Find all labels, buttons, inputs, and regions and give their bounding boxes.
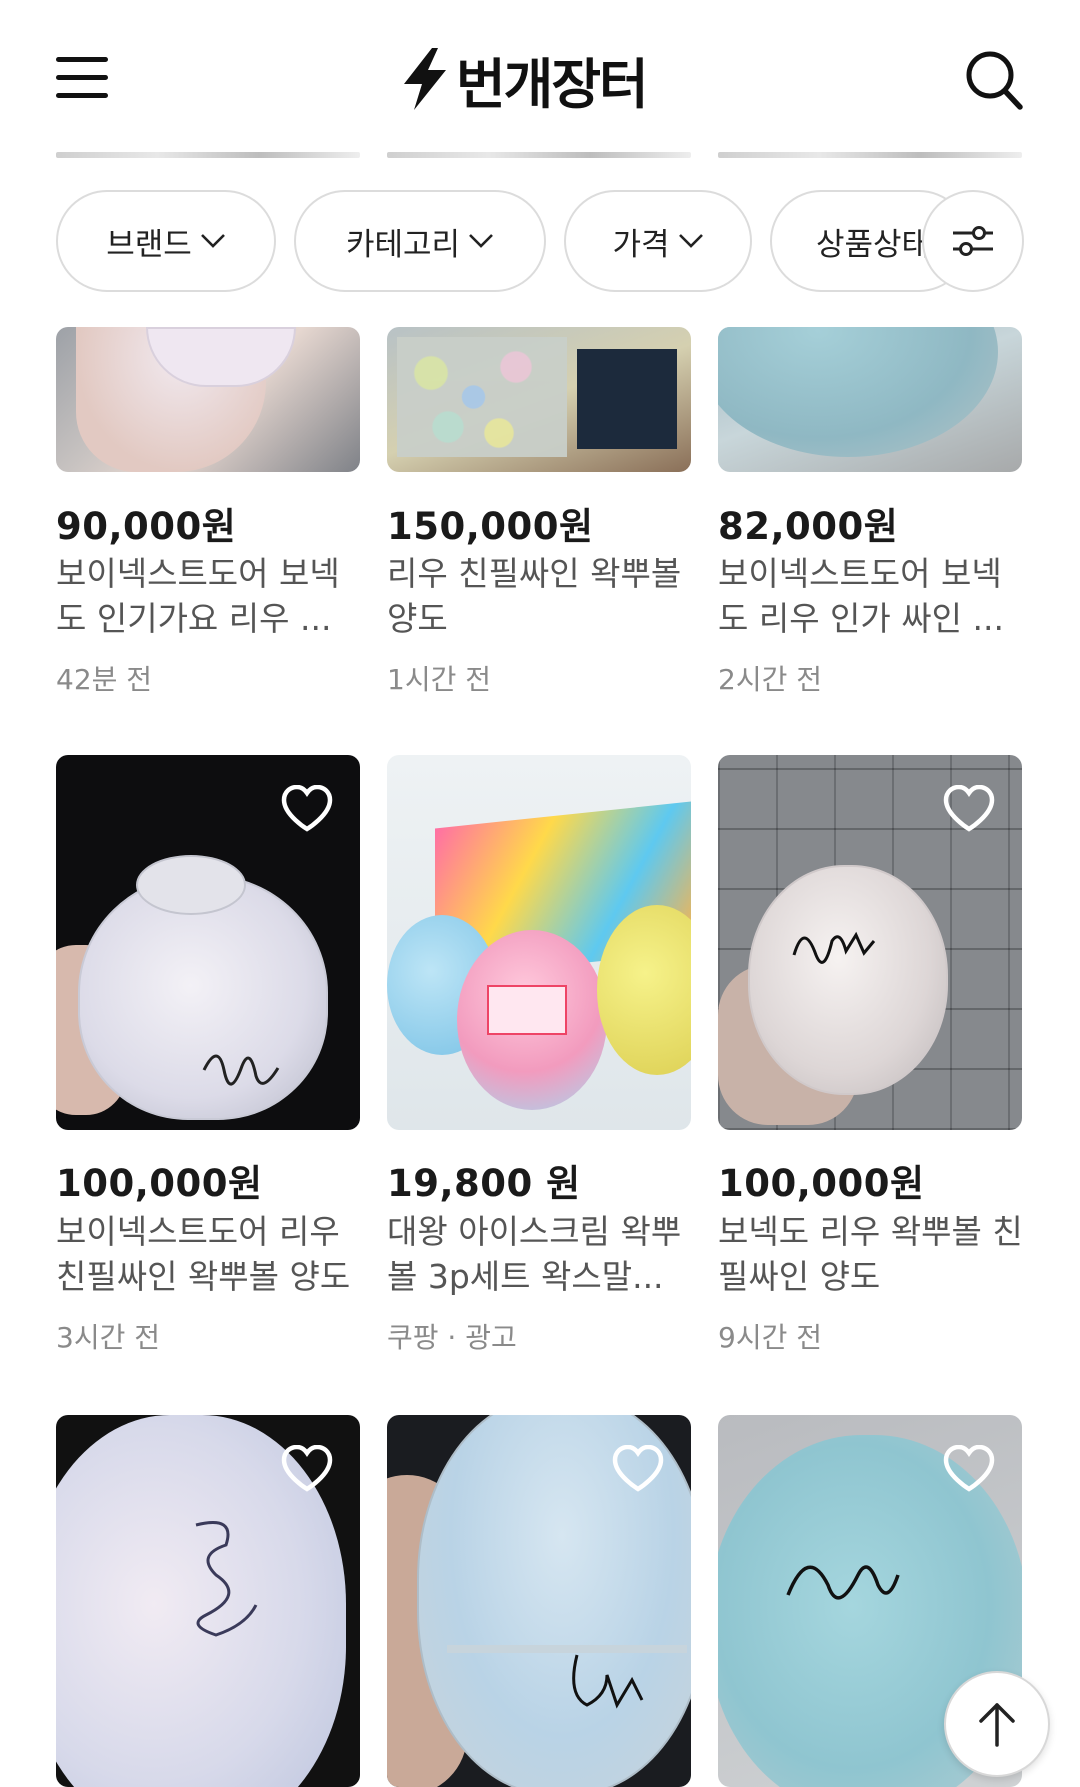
signature-icon [195, 1521, 258, 1637]
product-image[interactable] [56, 755, 360, 1130]
product-price: 90,000원 [56, 505, 237, 548]
product-title[interactable]: 리우 친필싸인 왁뿌볼 양도 [387, 551, 699, 641]
product-time: 2시간 전 [718, 663, 822, 696]
hamburger-icon[interactable] [56, 57, 110, 99]
product-price: 100,000원 [56, 1162, 263, 1205]
chevron-down-icon [469, 234, 493, 248]
scrolled-thumb-edge [718, 152, 1022, 158]
heart-icon[interactable] [611, 1445, 665, 1493]
search-icon[interactable] [964, 49, 1024, 111]
heart-icon[interactable] [280, 785, 334, 833]
arrow-up-icon [979, 1703, 1015, 1747]
signature-icon [786, 1565, 900, 1600]
filter-chip-category[interactable]: 카테고리 [294, 190, 546, 292]
sliders-icon [953, 226, 993, 256]
product-image[interactable] [56, 327, 360, 472]
product-time: 1시간 전 [387, 663, 491, 696]
product-image[interactable] [387, 327, 691, 472]
filter-chip-brand[interactable]: 브랜드 [56, 190, 276, 292]
chip-label: 가격 [612, 226, 670, 263]
lightning-icon [404, 48, 446, 110]
product-time: 9시간 전 [718, 1321, 822, 1354]
heart-icon[interactable] [942, 785, 996, 833]
chip-label: 브랜드 [106, 226, 192, 263]
signature-icon [792, 931, 876, 964]
chip-label: 카테고리 [345, 226, 461, 263]
signature-icon [572, 1654, 644, 1709]
product-price: 19,800 원 [387, 1162, 581, 1205]
product-title[interactable]: 보넥도 리우 왁뿌볼 친필싸인 양도 [718, 1209, 1030, 1299]
product-image[interactable] [387, 755, 691, 1130]
scroll-top-button[interactable] [944, 1671, 1050, 1777]
product-title[interactable]: 보이넥스트도어 보넥도 인기가요 리우 ... [56, 551, 368, 641]
product-time: 42분 전 [56, 663, 153, 696]
ad-label: 쿠팡 · 광고 [387, 1321, 517, 1354]
product-image[interactable] [56, 1415, 360, 1787]
scrolled-thumb-edge [56, 152, 360, 158]
product-time: 3시간 전 [56, 1321, 160, 1354]
chevron-down-icon [678, 234, 703, 248]
logo-text: 번개장터 [456, 52, 649, 116]
product-price: 100,000원 [718, 1162, 925, 1205]
app-header: 번개장터 [0, 0, 1080, 150]
product-image[interactable] [718, 327, 1022, 472]
scrolled-thumb-edge [387, 152, 691, 158]
product-title[interactable]: 보이넥스트도어 리우 친필싸인 왁뿌볼 양도 [56, 1209, 368, 1299]
heart-icon[interactable] [280, 1445, 334, 1493]
product-title[interactable]: 보이넥스트도어 보넥도 리우 인가 싸인 ... [718, 551, 1030, 641]
app-logo[interactable]: 번개장터 [398, 44, 649, 116]
filter-settings-button[interactable] [922, 190, 1024, 292]
chevron-down-icon [200, 234, 225, 248]
product-image[interactable] [718, 755, 1022, 1130]
heart-icon[interactable] [942, 1445, 996, 1493]
product-image[interactable] [387, 1415, 691, 1787]
signature-icon [202, 1054, 280, 1086]
filter-bar: 브랜드 카테고리 가격 상품상태 [0, 190, 1080, 294]
product-price: 150,000원 [387, 505, 594, 548]
chip-label: 상품상태 [816, 226, 931, 263]
product-price: 82,000원 [718, 505, 899, 548]
product-title[interactable]: 대왕 아이스크림 왁뿌볼 3p세트 왁스말... [387, 1209, 699, 1299]
filter-chip-price[interactable]: 가격 [564, 190, 752, 292]
